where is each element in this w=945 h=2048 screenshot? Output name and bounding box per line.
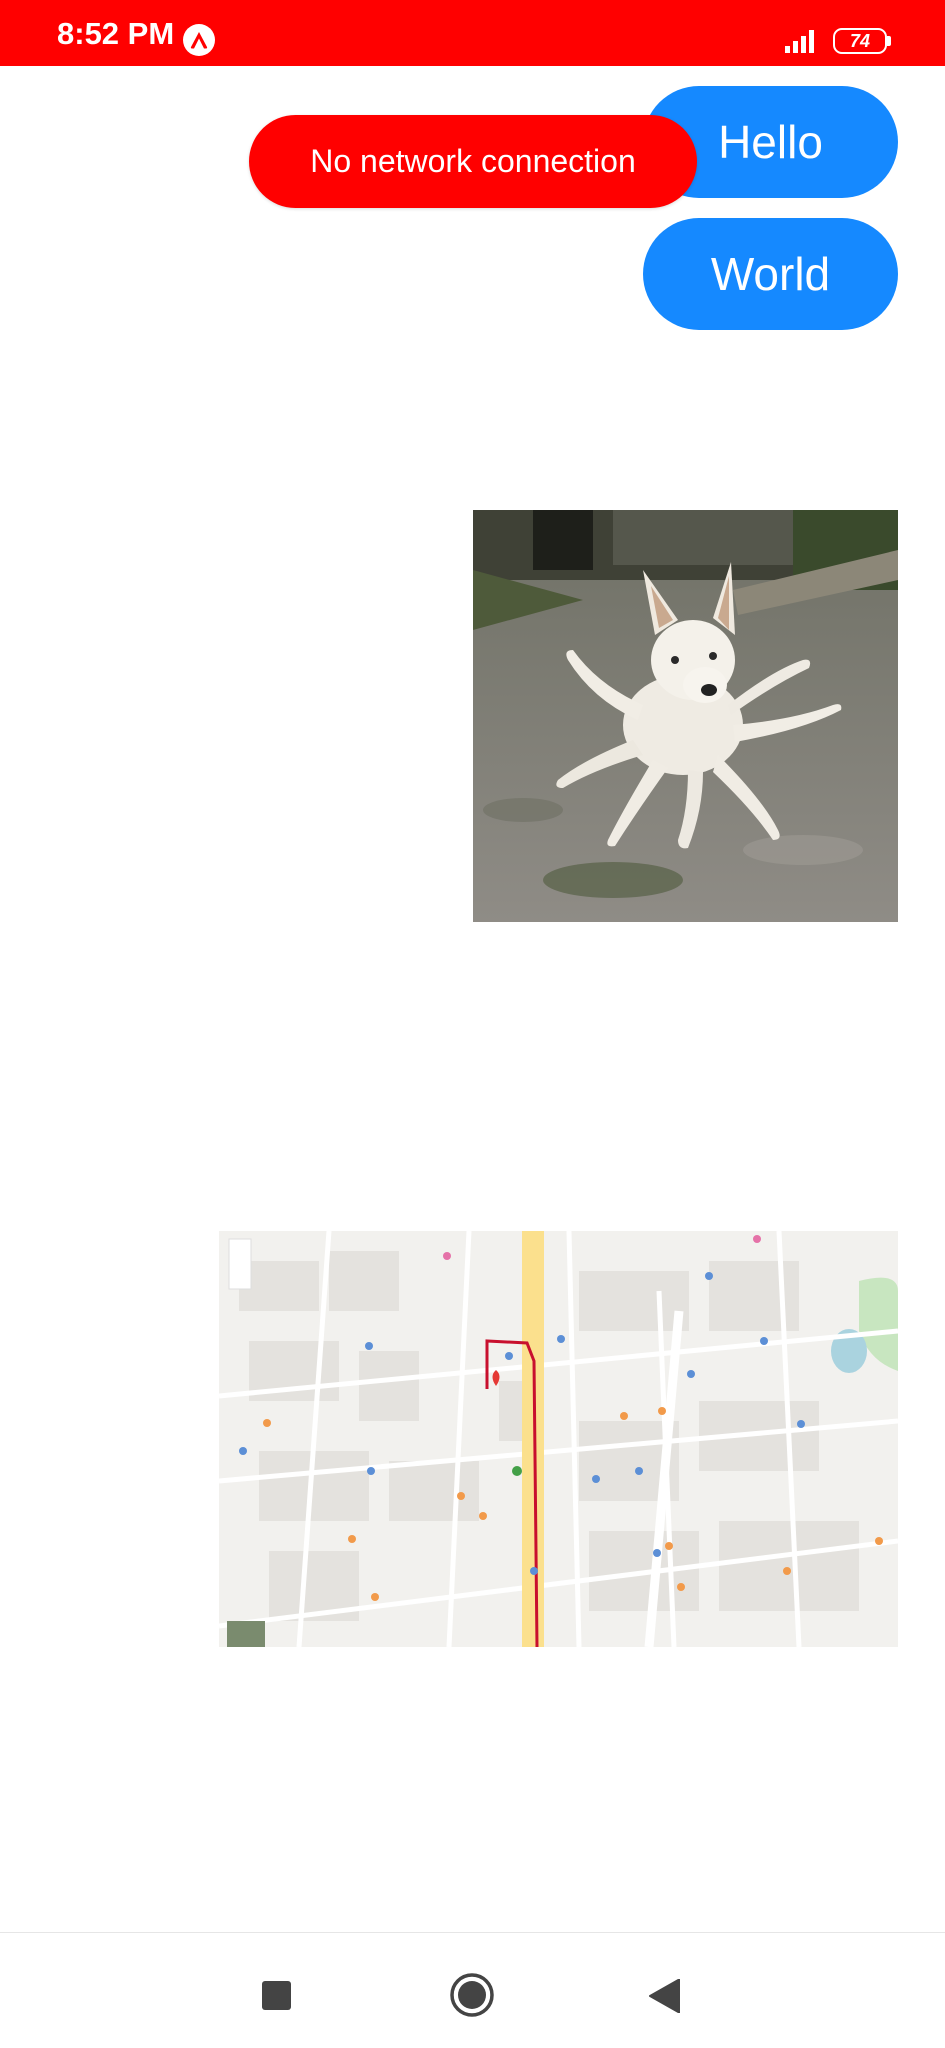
- message-bubble-world[interactable]: World: [643, 218, 898, 330]
- message-text: World: [710, 248, 831, 300]
- status-time: 8:52 PM: [57, 16, 175, 51]
- network-error-toast: No network connection: [249, 115, 697, 208]
- square-icon: [262, 1981, 291, 2010]
- map-image-message[interactable]: [219, 1231, 898, 1647]
- chat-screen: 8:52 PM 74 Hello World No network connec…: [0, 0, 945, 2048]
- navigation-bar: [0, 1932, 945, 2048]
- home-button[interactable]: [449, 1972, 495, 2018]
- dog-photo-icon: [473, 510, 898, 922]
- expo-icon: [183, 24, 215, 56]
- signal-icon: [784, 28, 820, 54]
- status-bar: 8:52 PM 74: [0, 0, 945, 66]
- battery-level: 74: [849, 31, 871, 51]
- triangle-back-icon: [649, 1978, 681, 2014]
- photo-image-message[interactable]: [473, 510, 898, 922]
- recents-button[interactable]: [262, 1981, 291, 2010]
- battery-icon: 74: [833, 28, 891, 54]
- map-icon: [219, 1231, 898, 1647]
- message-text: Hello: [718, 116, 823, 168]
- circle-icon: [450, 1973, 494, 2017]
- toast-text: No network connection: [310, 143, 636, 179]
- back-button[interactable]: [648, 1978, 681, 2014]
